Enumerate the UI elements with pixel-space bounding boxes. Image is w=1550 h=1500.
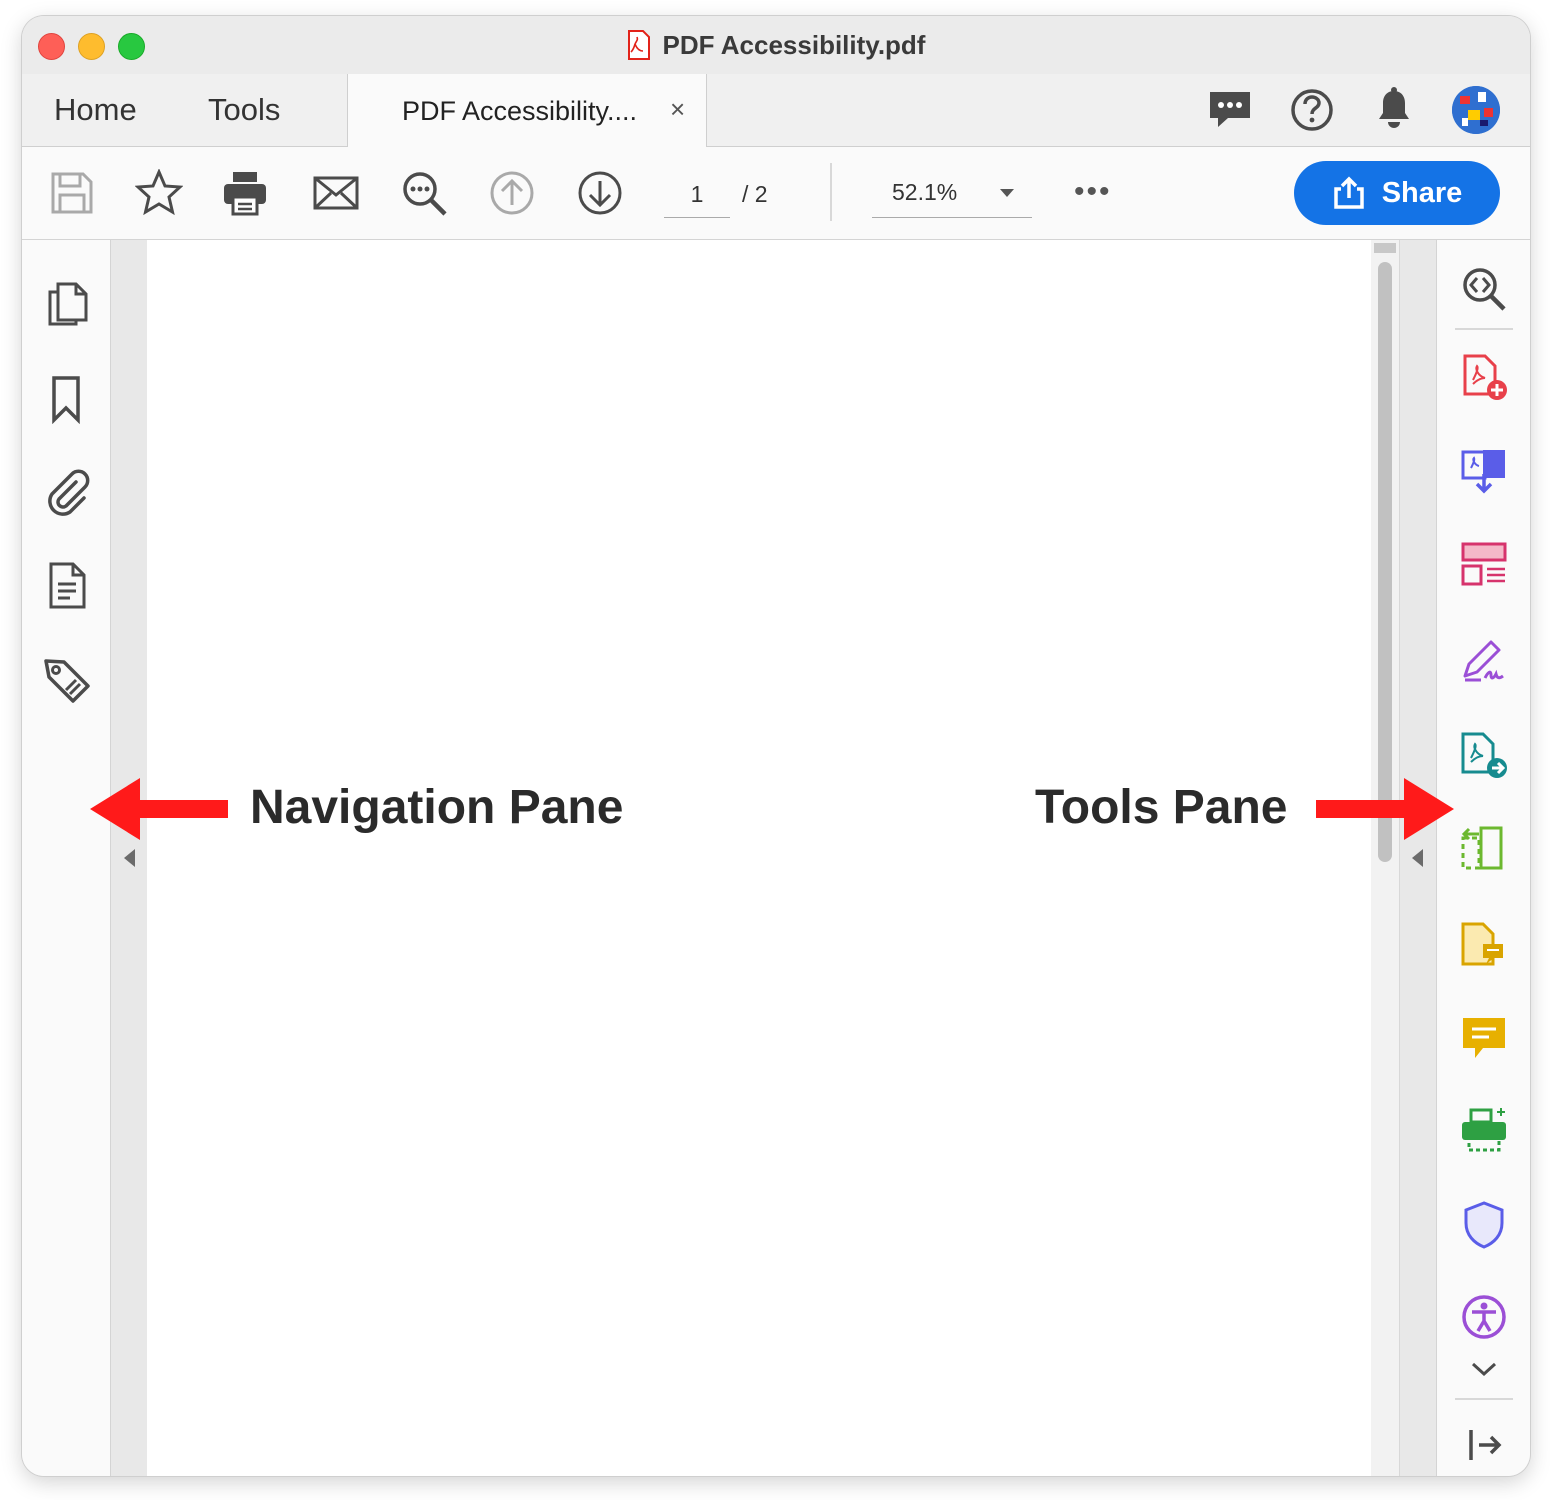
tab-tools[interactable]: Tools [208,74,280,146]
previous-page-icon[interactable] [488,169,536,217]
compare-files-icon[interactable] [1459,824,1509,874]
pdf-file-icon [627,30,650,60]
export-pdf-icon[interactable] [1459,730,1509,780]
search-icon[interactable] [400,169,448,217]
protect-shield-icon[interactable] [1459,1200,1509,1250]
organize-pages-icon[interactable] [1459,540,1509,590]
page-thumbnails-icon[interactable] [42,278,92,328]
create-pdf-icon[interactable] [1459,352,1509,402]
document-page [147,240,1371,1476]
app-window: PDF Accessibility.pdf Home Tools PDF Acc… [22,16,1530,1476]
attachment-icon[interactable] [42,466,92,516]
tab-document[interactable]: PDF Accessibility.... × [347,74,707,147]
combine-files-icon[interactable] [1459,446,1509,496]
accessibility-icon[interactable] [1459,1292,1509,1342]
chevron-down-icon [1000,189,1014,197]
zoom-dropdown[interactable]: 52.1% [872,177,1032,218]
navigation-pane [22,240,111,1476]
print-production-icon[interactable] [1459,1106,1509,1156]
avatar[interactable] [1452,86,1500,134]
tools-divider-bottom [1455,1398,1513,1400]
window-title: PDF Accessibility.pdf [662,29,926,60]
page-total: / 2 [742,181,768,207]
comment-icon[interactable] [1206,86,1254,134]
zoom-value: 52.1% [892,179,958,205]
toolbar-divider [830,163,832,221]
help-icon[interactable] [1288,86,1336,134]
document-properties-icon[interactable] [42,560,92,610]
print-icon[interactable] [221,169,269,217]
tag-icon[interactable] [42,656,92,706]
share-button[interactable]: Share [1294,161,1500,225]
more-options-button[interactable]: ••• [1074,175,1112,209]
title-bar: PDF Accessibility.pdf [22,16,1530,74]
tools-pane [1436,240,1530,1476]
tab-home[interactable]: Home [54,74,137,146]
tab-document-label: PDF Accessibility.... [402,96,638,126]
tab-close-button[interactable]: × [670,94,685,125]
search-tools-icon[interactable] [1459,264,1509,314]
bookmark-icon[interactable] [42,374,92,424]
share-label: Share [1381,176,1463,209]
comment-tool-icon[interactable] [1459,1014,1509,1064]
tab-bar: Home Tools PDF Accessibility.... × [22,74,1530,147]
page-number-input[interactable]: 1 [664,177,730,218]
toolbar: 1 / 2 52.1% ••• Share [22,147,1530,240]
expand-navigation-pane-arrow[interactable] [124,849,135,867]
tools-divider-top [1455,328,1513,330]
scrollbar-thumb[interactable] [1378,262,1392,862]
fill-and-sign-icon[interactable] [1459,636,1509,686]
save-icon[interactable] [48,169,96,217]
star-icon[interactable] [135,169,183,217]
scrollbar-top-cap [1374,243,1396,253]
collapse-panel-icon[interactable] [1459,1420,1509,1470]
tools-pane-arrow-icon [1316,778,1454,840]
bell-icon[interactable] [1370,86,1418,134]
next-page-icon[interactable] [576,169,624,217]
collapse-tools-pane-arrow[interactable] [1412,849,1423,867]
navigation-pane-arrow-icon [90,778,228,840]
navigation-pane-label: Navigation Pane [250,781,624,834]
tools-pane-label: Tools Pane [1035,781,1288,834]
chevron-down-icon[interactable] [1459,1350,1509,1390]
email-icon[interactable] [312,169,360,217]
share-icon [1333,176,1364,209]
request-e-signature-icon[interactable] [1459,920,1509,970]
